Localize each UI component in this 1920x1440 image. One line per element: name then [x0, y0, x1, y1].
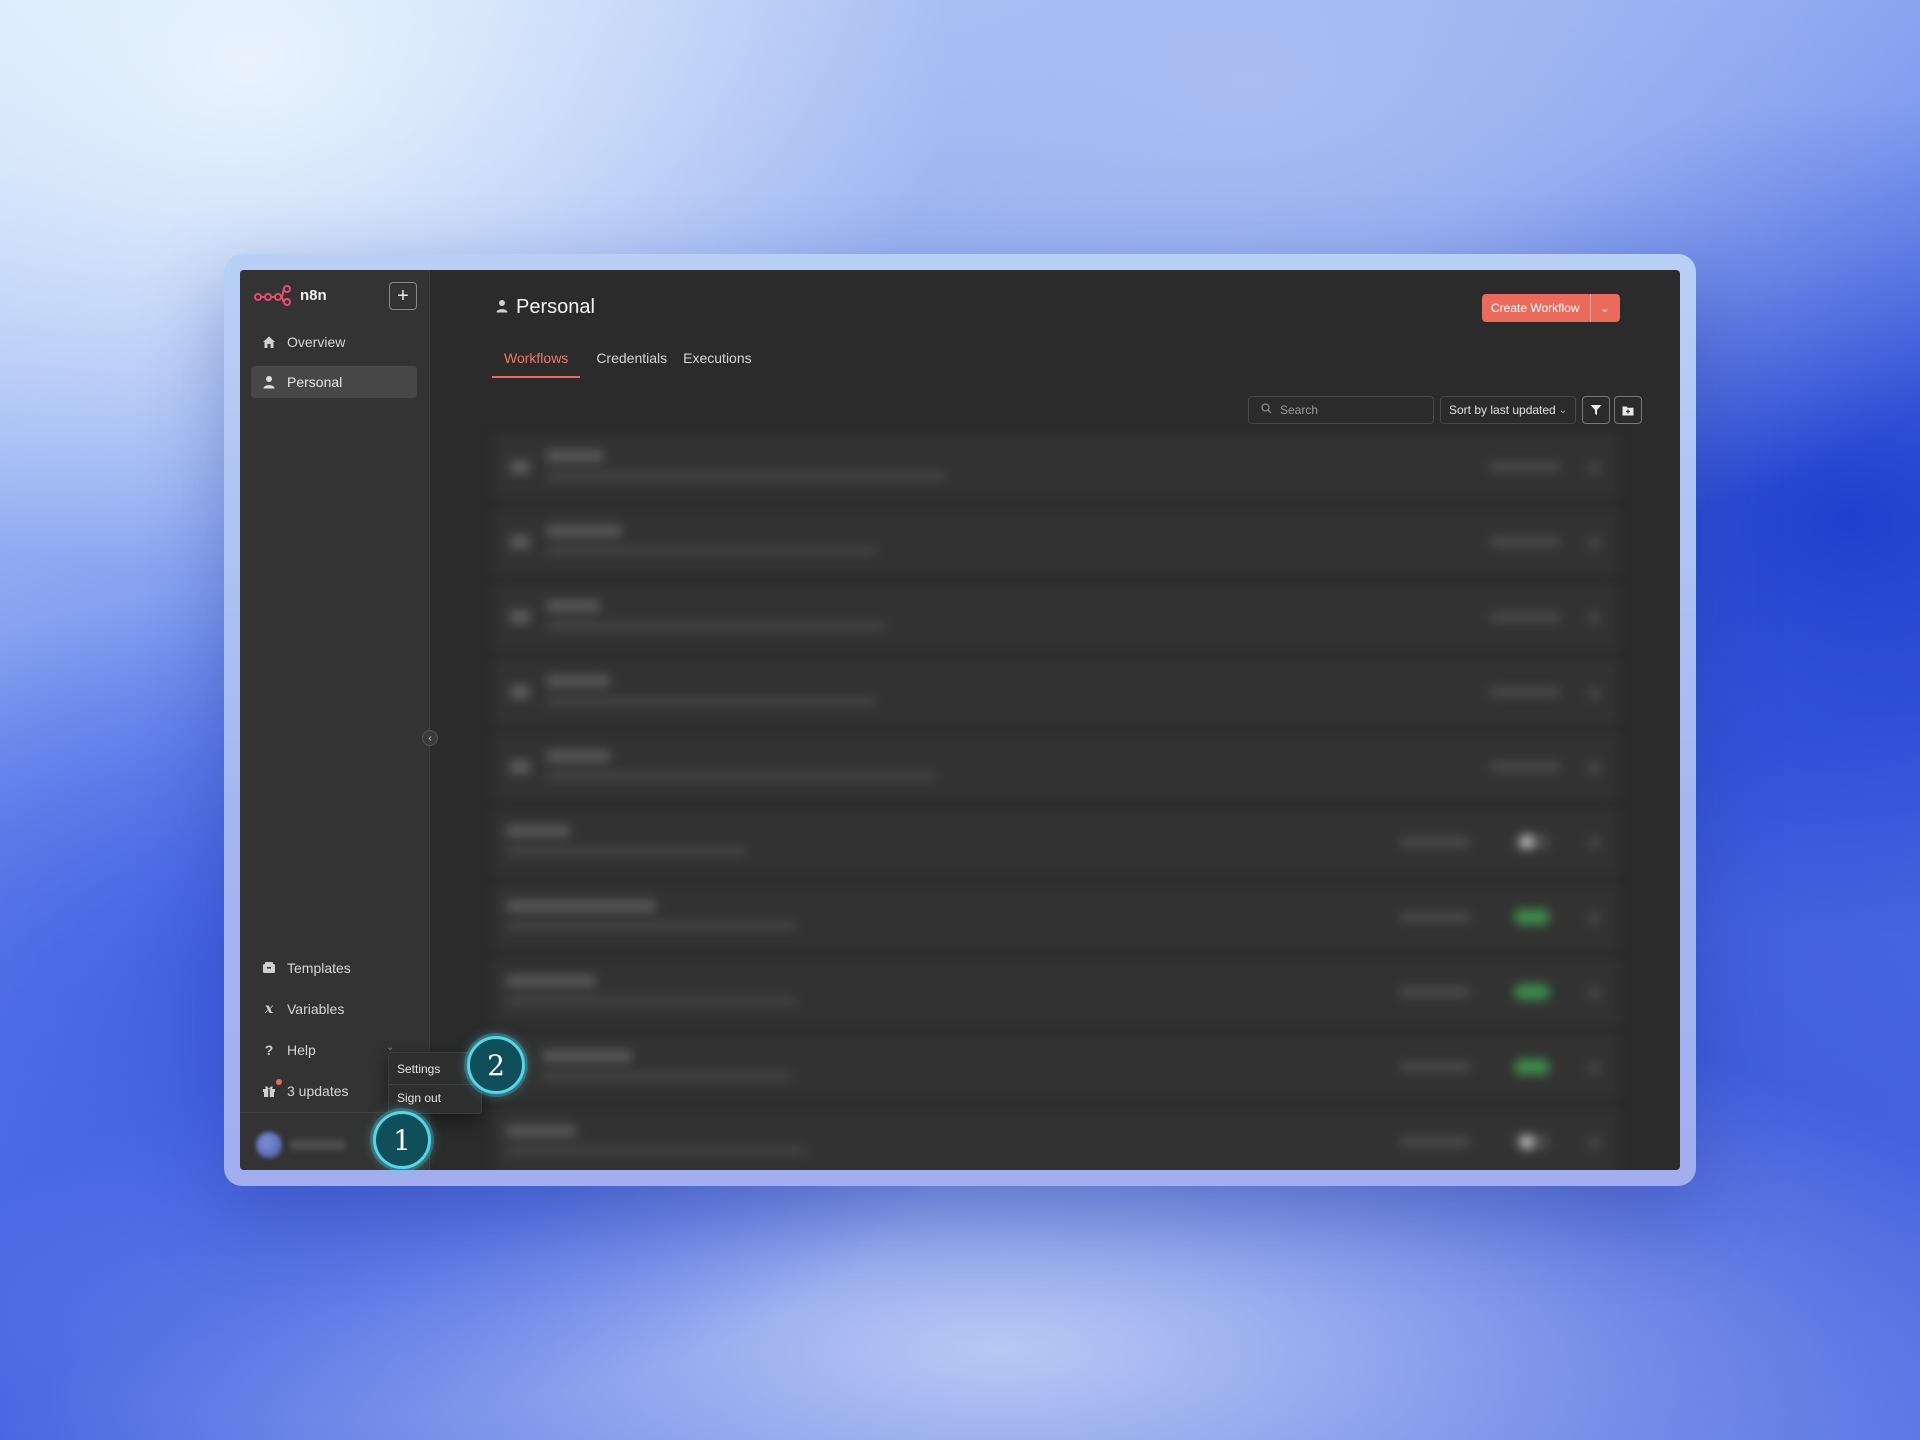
- list-item[interactable]: [492, 509, 1620, 575]
- chevron-down-icon[interactable]: ⌄: [1591, 302, 1619, 315]
- sidebar-item-label: Overview: [287, 334, 346, 350]
- sidebar-item-overview[interactable]: Overview: [251, 326, 417, 358]
- user-icon: [496, 299, 508, 316]
- tab-executions[interactable]: Executions: [683, 350, 751, 378]
- brand-name: n8n: [300, 286, 327, 304]
- page-title: Personal: [516, 296, 595, 318]
- question-icon: ?: [264, 1042, 274, 1058]
- app-window: n8n + Overview Personal ‹ Templates x Va…: [240, 270, 1680, 1170]
- callout-2: 2: [467, 1036, 525, 1094]
- n8n-logo-icon: [254, 285, 291, 306]
- user-name-redacted: [290, 1140, 346, 1150]
- create-workflow-label: Create Workflow: [1491, 301, 1580, 315]
- search-icon: [1261, 403, 1272, 417]
- menu-item-settings[interactable]: Settings: [397, 1062, 440, 1076]
- menu-divider: [389, 1084, 483, 1085]
- tab-bar: Workflows Credentials Executions: [492, 350, 752, 378]
- box-icon: [261, 960, 277, 976]
- add-button[interactable]: +: [389, 282, 417, 310]
- variable-icon: x: [264, 1001, 274, 1017]
- sidebar: n8n + Overview Personal ‹ Templates x Va…: [240, 270, 438, 1170]
- menu-item-sign-out[interactable]: Sign out: [397, 1091, 441, 1105]
- user-icon: [261, 374, 277, 390]
- folder-icon: [510, 685, 530, 699]
- workflow-list: [492, 434, 1620, 1170]
- list-item[interactable]: [492, 1034, 1620, 1100]
- tab-credentials[interactable]: Credentials: [596, 350, 667, 378]
- sort-select[interactable]: Sort by last updated ⌄: [1440, 396, 1576, 424]
- filter-icon: [1590, 405, 1602, 415]
- filter-button[interactable]: [1582, 396, 1610, 424]
- folder-icon: [510, 610, 530, 624]
- folder-icon: [510, 535, 530, 549]
- sidebar-item-label: Templates: [287, 960, 351, 976]
- sidebar-item-label: Variables: [287, 1001, 345, 1017]
- folder-plus-icon: [1622, 406, 1634, 415]
- list-item[interactable]: [492, 809, 1620, 875]
- new-folder-button[interactable]: [1614, 396, 1642, 424]
- search-input[interactable]: [1280, 403, 1420, 417]
- folder-icon: [510, 760, 530, 774]
- logo[interactable]: n8n: [254, 284, 327, 306]
- list-item[interactable]: [492, 884, 1620, 950]
- page-header: Personal: [496, 296, 595, 319]
- avatar[interactable]: [256, 1132, 282, 1158]
- house-icon: [261, 334, 277, 350]
- screenshot-frame: n8n + Overview Personal ‹ Templates x Va…: [224, 254, 1696, 1186]
- list-item[interactable]: [492, 584, 1620, 650]
- updates-badge: [276, 1079, 282, 1085]
- list-item[interactable]: [492, 1109, 1620, 1170]
- sidebar-item-label: Help: [287, 1042, 316, 1058]
- sort-label: Sort by last updated: [1449, 403, 1556, 417]
- sidebar-item-variables[interactable]: x Variables: [251, 993, 417, 1025]
- sidebar-item-personal[interactable]: Personal: [251, 366, 417, 398]
- callout-1: 1: [373, 1111, 431, 1169]
- list-item[interactable]: [492, 659, 1620, 725]
- sidebar-item-label: Personal: [287, 374, 343, 390]
- chevron-left-icon: ‹: [428, 732, 432, 744]
- search-field[interactable]: [1248, 396, 1434, 424]
- gift-icon: [261, 1083, 277, 1099]
- create-workflow-button[interactable]: Create Workflow ⌄: [1482, 294, 1620, 322]
- chevron-down-icon: ⌄: [1558, 404, 1567, 416]
- list-item[interactable]: [492, 959, 1620, 1025]
- collapse-sidebar-button[interactable]: ‹: [422, 730, 438, 746]
- tab-workflows[interactable]: Workflows: [492, 350, 581, 378]
- folder-icon: [510, 460, 530, 474]
- sidebar-item-templates[interactable]: Templates: [251, 952, 417, 984]
- list-item[interactable]: [492, 734, 1620, 800]
- sidebar-item-label: 3 updates: [287, 1083, 349, 1099]
- list-item[interactable]: [492, 434, 1620, 500]
